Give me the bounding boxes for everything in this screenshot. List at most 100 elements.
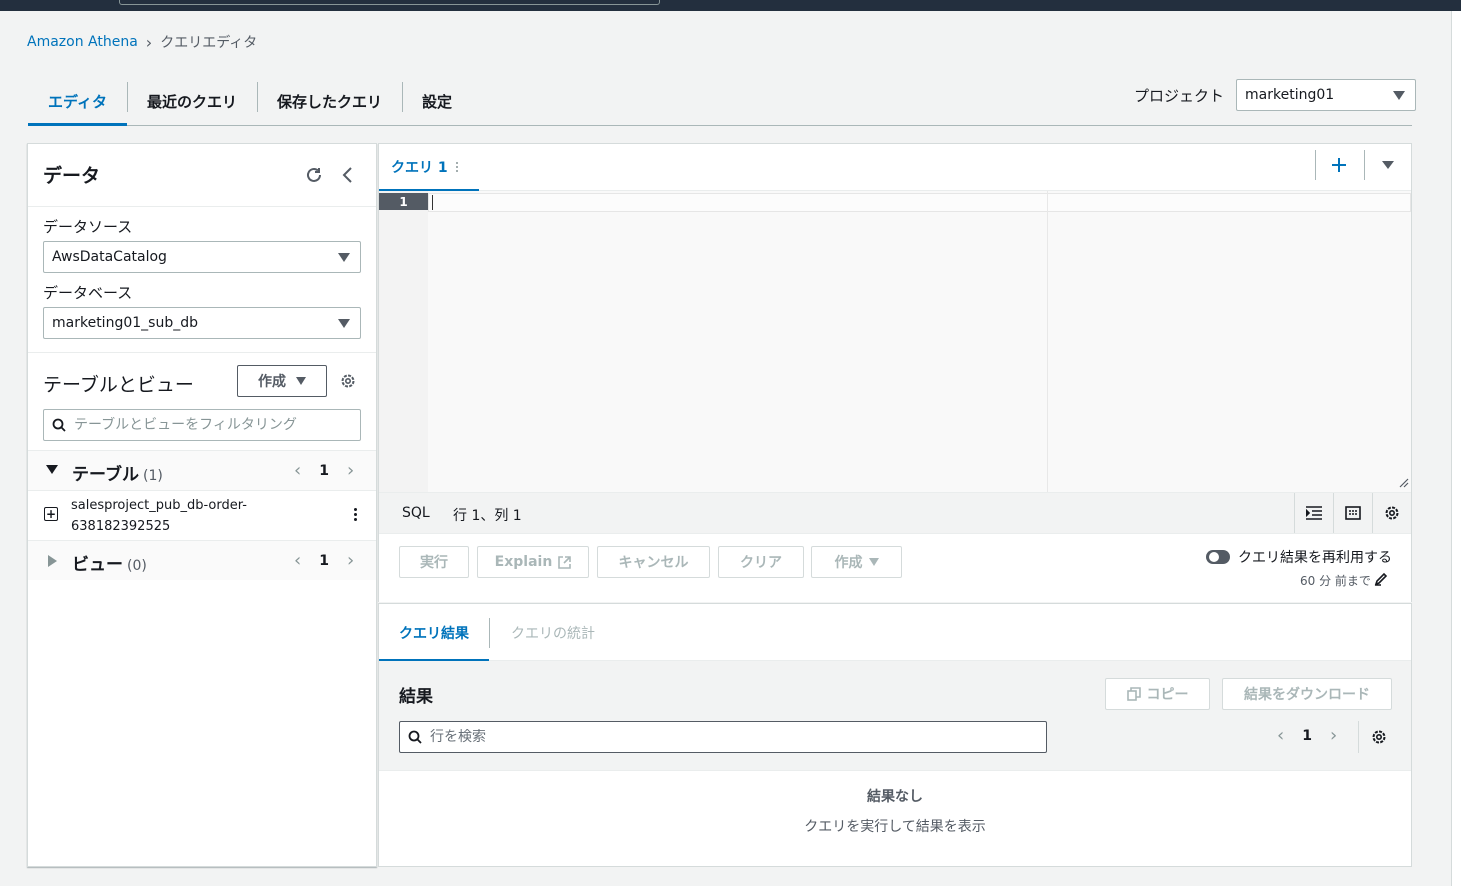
chevron-right-icon[interactable]: › xyxy=(347,550,354,571)
project-selector: プロジェクト marketing01 xyxy=(1134,79,1417,111)
status-language: SQL xyxy=(402,505,430,521)
chevron-left-icon[interactable]: ‹ xyxy=(294,460,301,481)
create-query-label: 作成 xyxy=(834,555,863,571)
data-panel-header: データ xyxy=(28,144,376,207)
tab-divider xyxy=(1315,150,1316,180)
row-search-input[interactable] xyxy=(399,721,1047,753)
empty-results-title: 結果なし xyxy=(867,789,923,805)
empty-results-subtitle: クエリを実行して結果を表示 xyxy=(804,819,986,835)
line-number: 1 xyxy=(379,193,428,210)
views-pager: ‹ 1 › xyxy=(294,550,354,571)
plus-icon[interactable] xyxy=(1328,154,1350,176)
resize-handle-icon[interactable] xyxy=(1399,478,1409,488)
tab-editor[interactable]: エディタ xyxy=(28,78,127,126)
explain-button[interactable]: Explain xyxy=(477,546,589,578)
settings-icon[interactable] xyxy=(337,370,359,392)
tables-page-number[interactable]: 1 xyxy=(319,463,329,479)
search-icon xyxy=(52,418,66,432)
create-table-button[interactable]: 作成 xyxy=(237,365,327,397)
run-button[interactable]: 実行 xyxy=(399,546,469,578)
chevron-right-icon[interactable]: › xyxy=(347,460,354,481)
reuse-results-toggle[interactable] xyxy=(1206,550,1230,564)
status-icon-group xyxy=(1294,493,1411,533)
tab-query-results[interactable]: クエリ結果 xyxy=(379,604,489,662)
views-label: ビュー (0) xyxy=(72,555,147,575)
clear-button[interactable]: クリア xyxy=(718,546,804,578)
tables-pager: ‹ 1 › xyxy=(294,460,354,481)
tab-saved-queries[interactable]: 保存したクエリ xyxy=(256,78,402,125)
copy-icon xyxy=(1126,687,1141,701)
console-search-box[interactable] xyxy=(119,0,660,5)
chevron-right-icon[interactable]: › xyxy=(1330,725,1337,746)
tables-count: (1) xyxy=(142,468,163,484)
reuse-results-label: クエリ結果を再利用する xyxy=(1238,550,1392,566)
edit-icon[interactable] xyxy=(1374,572,1388,586)
console-top-bar xyxy=(0,0,1461,11)
breadcrumb-root-link[interactable]: Amazon Athena xyxy=(27,34,138,50)
views-tree-header[interactable]: ビュー (0) ‹ 1 › xyxy=(28,540,376,580)
tab-divider xyxy=(1364,150,1365,180)
reuse-age-text: 60 分 前まで xyxy=(1300,574,1371,588)
tab-recent-queries[interactable]: 最近のクエリ xyxy=(126,78,257,125)
row-search-field[interactable] xyxy=(430,729,1030,745)
data-source-select[interactable]: AwsDataCatalog xyxy=(43,241,361,273)
chevron-down-icon[interactable] xyxy=(1377,154,1399,176)
results-title: 結果 xyxy=(399,687,433,707)
project-value: marketing01 xyxy=(1245,87,1335,103)
tab-settings[interactable]: 設定 xyxy=(401,78,472,125)
views-count: (0) xyxy=(127,558,147,574)
expand-table-icon[interactable]: + xyxy=(44,507,58,521)
pager-divider xyxy=(1358,721,1359,753)
collapsed-caret-icon[interactable] xyxy=(48,555,58,567)
table-filter-input[interactable] xyxy=(43,409,361,441)
keyboard-icon[interactable] xyxy=(1333,493,1372,533)
results-page-number[interactable]: 1 xyxy=(1302,728,1312,744)
sql-code-editor[interactable]: 1 xyxy=(379,191,1411,492)
table-name: salesproject_pub_db-order-638182392525 xyxy=(71,498,247,534)
tables-tree-header[interactable]: テーブル (1) ‹ 1 › xyxy=(28,450,376,490)
empty-results-state: 結果なし クエリを実行して結果を表示 xyxy=(379,786,1411,836)
create-button-label: 作成 xyxy=(258,374,286,390)
editor-settings-icon[interactable] xyxy=(1372,493,1411,533)
data-panel-title: データ xyxy=(43,165,101,187)
print-margin xyxy=(1047,191,1048,492)
text-cursor xyxy=(432,195,433,210)
refresh-icon[interactable] xyxy=(303,164,325,186)
caret-down-icon xyxy=(1393,90,1406,100)
breadcrumb: Amazon Athena › クエリエディタ xyxy=(27,32,257,52)
search-icon xyxy=(408,730,422,744)
query-results-panel: クエリ結果 クエリの統計 結果 コピー 結果をダウンロード ‹ 1 › 結果なし… xyxy=(378,603,1412,867)
results-header: 結果 コピー 結果をダウンロード ‹ 1 › xyxy=(379,661,1411,771)
database-select[interactable]: marketing01_sub_db xyxy=(43,307,361,339)
project-select[interactable]: marketing01 xyxy=(1236,79,1417,111)
tab-divider xyxy=(489,618,490,648)
data-source-value: AwsDataCatalog xyxy=(52,249,167,265)
download-results-button[interactable]: 結果をダウンロード xyxy=(1222,678,1392,710)
table-list-item[interactable]: + salesproject_pub_db-order-638182392525 xyxy=(28,490,376,540)
chevron-left-icon[interactable]: ‹ xyxy=(294,550,301,571)
table-actions-kebab-icon[interactable] xyxy=(354,508,357,521)
query-tabs: クエリ 1 xyxy=(379,144,1411,191)
tables-views-title: テーブルとビュー xyxy=(43,374,194,396)
cancel-button[interactable]: キャンセル xyxy=(597,546,710,578)
views-page-number[interactable]: 1 xyxy=(319,553,329,569)
line-number-gutter xyxy=(379,191,428,492)
query-editor-panel: クエリ 1 1 SQL 行 1、列 1 実行 Explain キャンセル クリア… xyxy=(378,143,1412,602)
external-link-icon xyxy=(558,555,572,569)
copy-button[interactable]: コピー xyxy=(1105,678,1210,710)
tables-label: テーブル (1) xyxy=(72,465,163,485)
tab-query-1[interactable]: クエリ 1 xyxy=(379,144,479,191)
tab-query-stats[interactable]: クエリの統計 xyxy=(511,604,595,661)
tab-options-kebab-icon[interactable] xyxy=(455,162,458,172)
create-query-button[interactable]: 作成 xyxy=(811,546,902,578)
chevron-right-icon: › xyxy=(145,32,153,52)
query-action-row: 実行 Explain キャンセル クリア 作成 クエリ結果を再利用する 60 分… xyxy=(379,534,1411,602)
table-filter-field[interactable] xyxy=(74,417,344,433)
breadcrumb-current: クエリエディタ xyxy=(160,35,258,51)
collapse-icon[interactable] xyxy=(337,164,359,186)
results-settings-icon[interactable] xyxy=(1368,726,1390,748)
chevron-left-icon[interactable]: ‹ xyxy=(1277,725,1284,746)
tables-views-section: テーブルとビュー 作成 xyxy=(28,352,376,450)
expanded-caret-icon[interactable] xyxy=(46,465,58,475)
indent-icon[interactable] xyxy=(1294,493,1333,533)
